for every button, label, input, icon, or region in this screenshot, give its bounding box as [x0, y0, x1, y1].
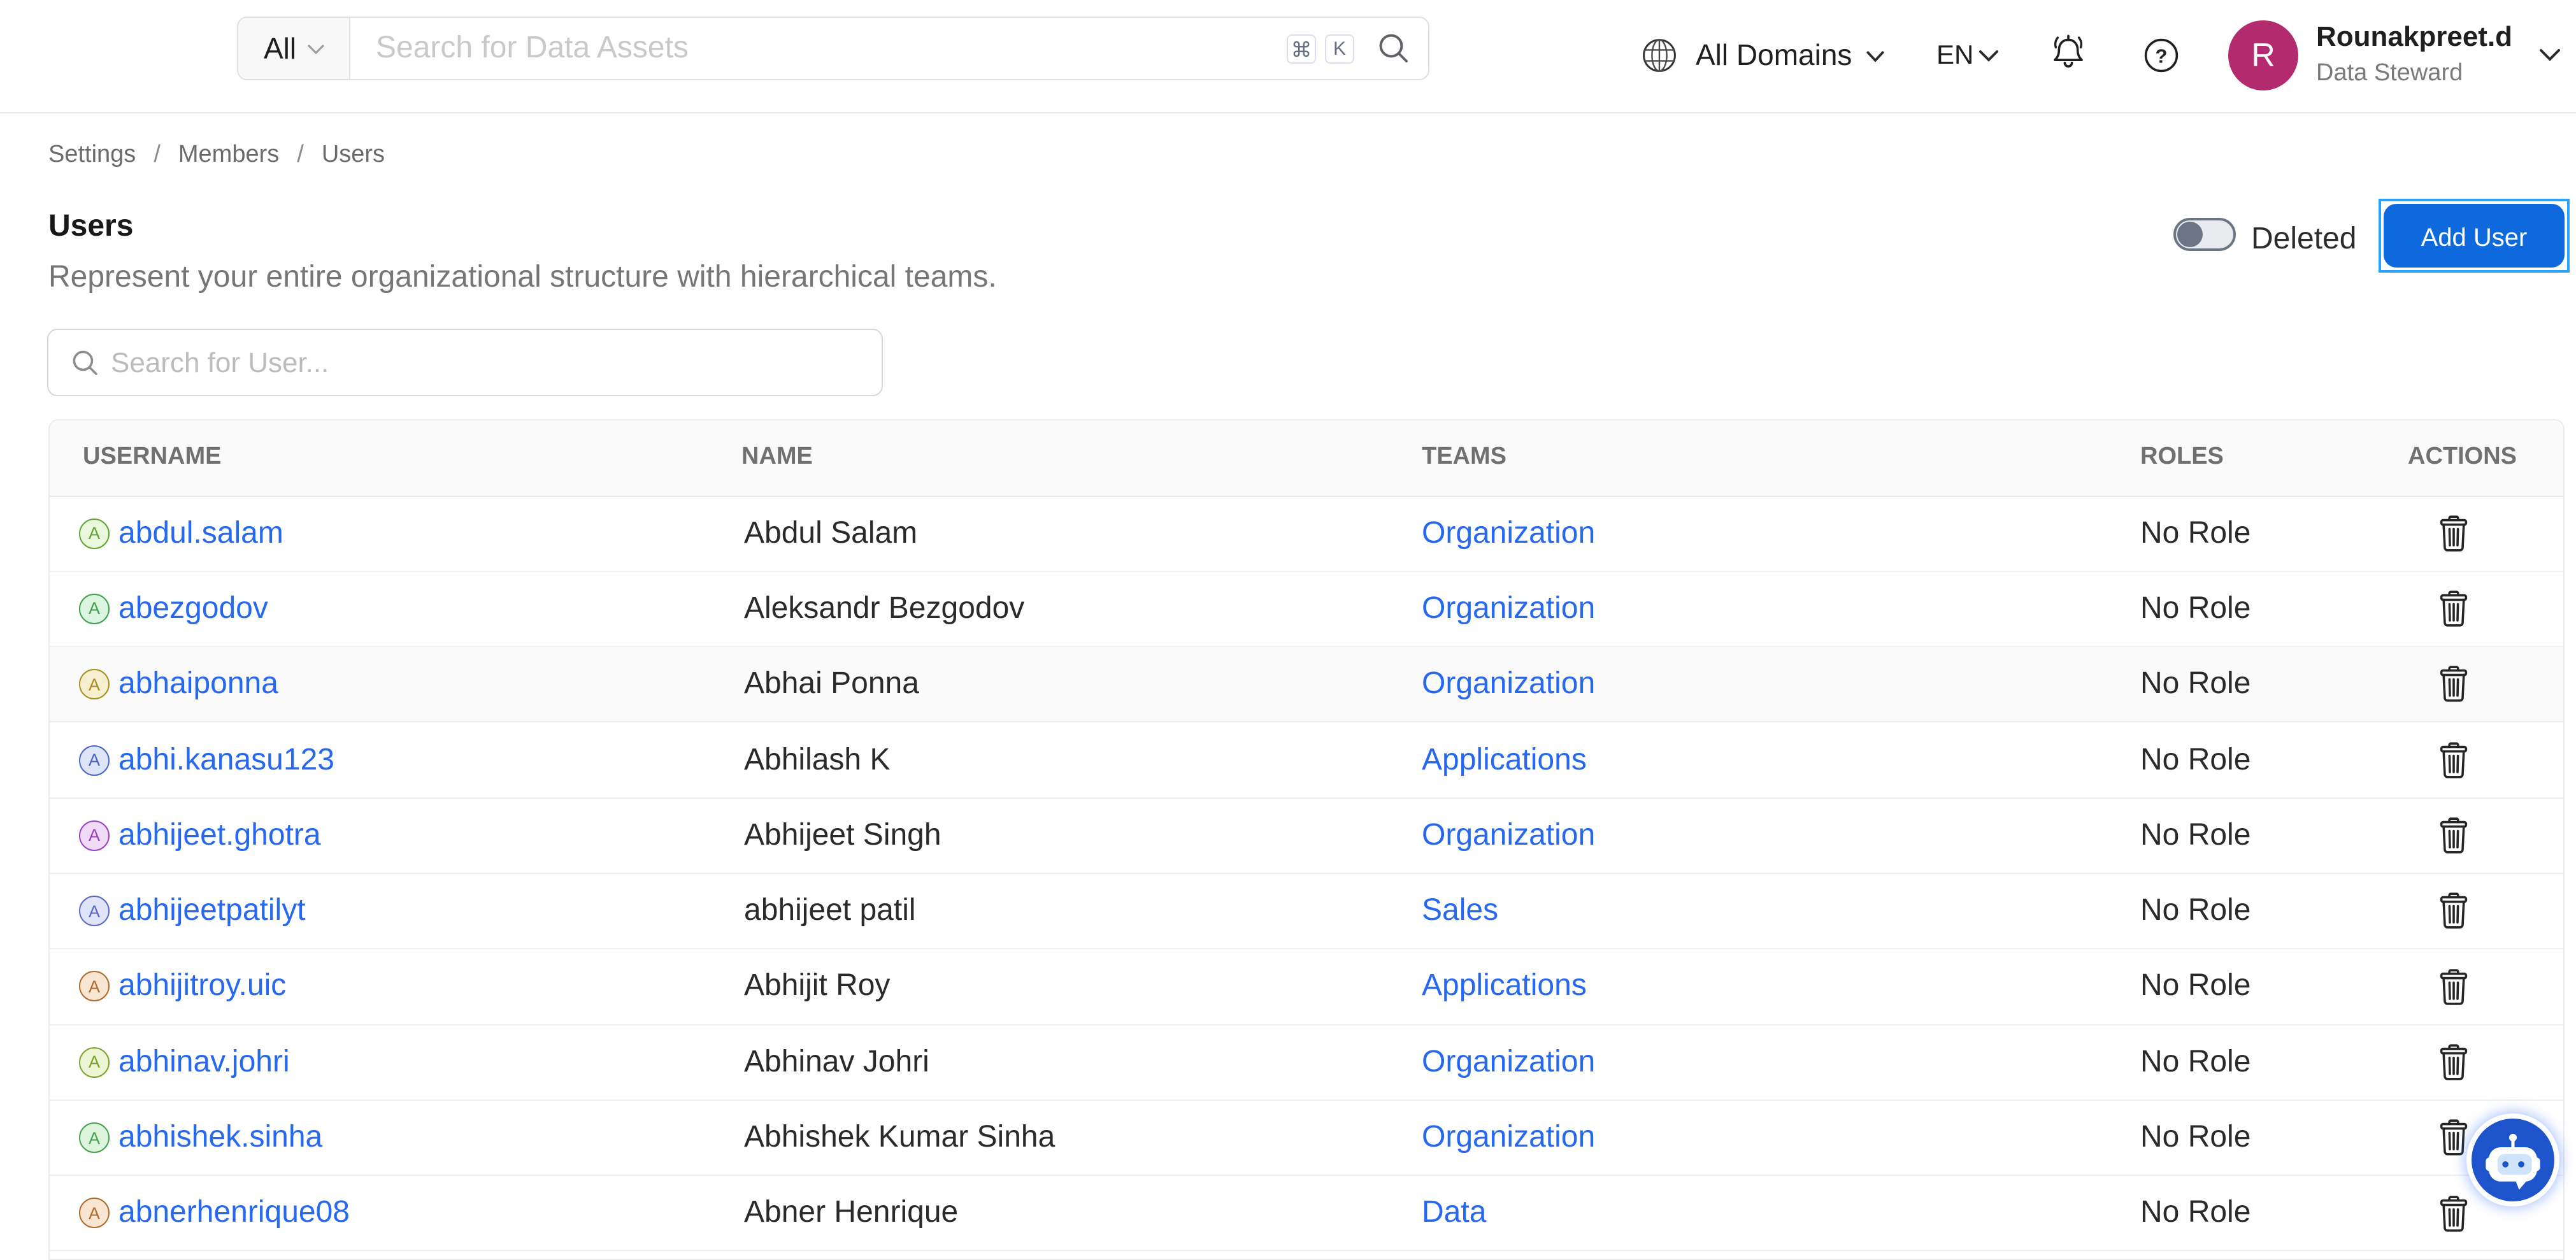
svg-text:?: ? — [2156, 45, 2168, 68]
